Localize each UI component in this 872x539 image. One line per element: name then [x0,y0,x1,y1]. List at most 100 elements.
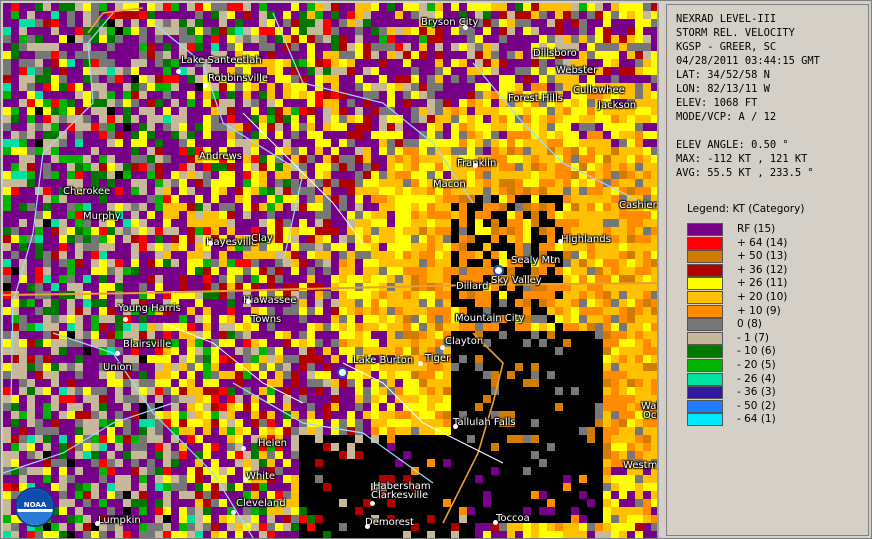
city-label: Hiawassee [243,295,297,306]
city-label: Lake Burton [353,355,414,366]
legend-label: + 36 (12) [737,263,788,276]
legend-swatch [687,277,723,291]
site-elevation: ELEV: 1068 FT [676,97,758,109]
max-velocity: MAX: -112 KT , 121 KT [676,153,808,165]
city-label: Lumpkin [98,515,141,526]
city-label: Sky Valley [491,275,542,286]
city-dot [453,424,458,429]
city-label: Demorest [365,517,414,528]
city-label: Helen [258,438,287,449]
city-label: Highlands [561,234,611,245]
legend-label: - 20 (5) [737,359,776,371]
radar-map[interactable]: Bryson City Dillsboro Lake Santeetlah Webst… [3,3,659,538]
city-dot [463,25,468,30]
city-label: Robbinsville [208,73,269,84]
city-label: Dillsboro [533,48,577,59]
city-label: Clayton [445,336,484,347]
city-dot [243,477,248,482]
legend-label: + 50 (13) [737,250,788,263]
elevation-angle: ELEV ANGLE: 0.50 ° [676,139,789,151]
legend-swatch [687,318,723,332]
legend-label: + 20 (10) [737,291,788,303]
legend-swatch [687,291,723,304]
site-longitude: LON: 82/13/11 W [676,83,770,95]
city-label: White [246,471,276,482]
noaa-logo: NOAA [15,487,55,527]
city-label: Towns [251,314,282,325]
legend-label: - 50 (2) [737,399,776,412]
site-latitude: LAT: 34/52/58 N [676,69,770,81]
city-label: Hayesville [206,237,258,248]
city-dot [241,446,246,451]
city-label: Union [103,362,132,373]
radar-window: Bryson City Dillsboro Lake Santeetlah Webst… [0,0,872,539]
radar-site-marker[interactable] [493,265,504,276]
city-label: Forest Hills [508,93,563,104]
city-label: Webster [556,65,598,76]
avg-velocity: AVG: 55.5 KT , 233.5 ° [676,167,814,179]
legend-label: + 26 (11) [737,277,788,290]
city-dot [473,163,478,168]
radar-site-marker[interactable] [337,367,348,378]
mode-vcp: MODE/VCP: A / 12 [676,111,777,123]
legend-swatch [687,359,723,372]
city-label: Murphy [83,211,121,222]
city-label: Cherokee [63,186,111,197]
legend-swatch [687,304,723,318]
city-label: Westmi [623,460,659,471]
city-label: Jackson [598,100,637,111]
legend-label: + 10 (9) [737,304,781,317]
city-label: Cleveland [236,498,286,509]
city-dot [123,317,128,322]
city-label: Macon [433,179,466,190]
city-dot [115,351,120,356]
city-label: Cullowhee [573,85,625,96]
city-dot [246,299,251,304]
legend-swatch [687,263,723,277]
legend-label: - 64 (1) [737,413,776,426]
city-label: Tallulah Falls [453,417,516,428]
city-label: Young Harris [118,303,181,314]
city-label: Mountain City [455,313,525,324]
legend-swatch [687,372,723,386]
city-label: Tiger [425,353,451,364]
legend-label: - 10 (6) [737,345,776,358]
legend-title: Legend: KT (Category) [687,203,805,215]
legend-swatch [687,236,723,250]
radar-site-name: KGSP - GREER, SC [676,41,777,53]
city-label: Toccoa [496,513,530,524]
legend-swatch [687,345,723,359]
city-dot [203,83,208,88]
city-label: Clarkesville [371,490,429,501]
city-dot [95,521,100,526]
scan-datetime: 04/28/2011 03:44:15 GMT [676,55,820,67]
city-label: Cashiers [619,200,659,211]
radar-velocity-image [3,3,657,538]
legend-swatch [687,413,723,427]
city-label: Andrews [199,151,242,162]
product-type: STORM REL. VELOCITY [676,27,795,39]
city-dot [370,501,375,506]
city-dot [208,241,213,246]
city-dot [231,510,236,515]
city-dot [440,345,445,350]
legend-label: - 26 (4) [737,372,776,385]
legend-label: RF (15) [737,223,776,235]
city-dot [493,520,498,525]
city-label: Lake Santeetlah [181,55,262,66]
legend-label: + 64 (14) [737,236,788,249]
city-label: Blairsville [123,339,172,350]
city-label: Oco [643,410,657,421]
product-name: NEXRAD LEVEL-III [676,13,777,25]
legend-swatch [687,331,723,345]
legend-swatch [687,223,723,236]
river-line [442,332,504,524]
city-label: Bryson City [421,17,479,28]
city-label: Dillard [456,281,489,292]
noaa-logo-text: NOAA [23,501,47,509]
city-label: Sealy Mtn [511,255,561,266]
city-dot [558,239,563,244]
legend-label: - 1 (7) [737,331,770,344]
legend-swatch [687,386,723,400]
info-panel: NEXRAD LEVEL-III STORM REL. VELOCITY KGS… [666,4,869,536]
